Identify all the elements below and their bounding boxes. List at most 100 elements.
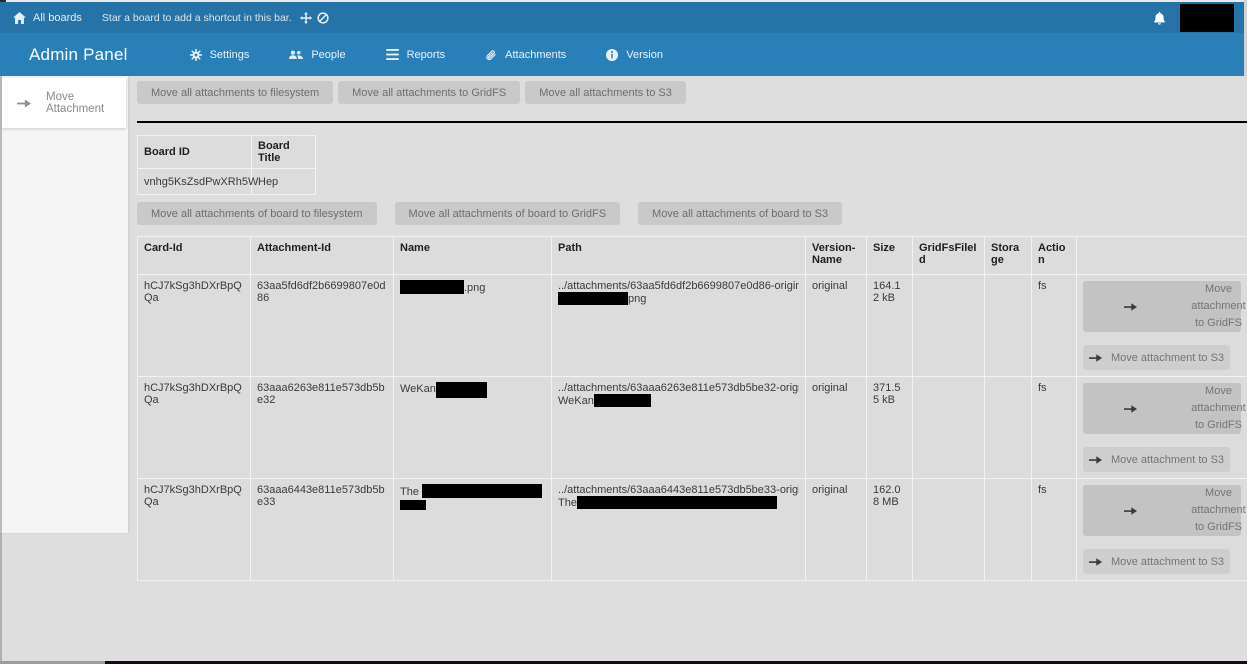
move-all-to-filesystem-button[interactable]: Move all attachments to filesystem — [137, 81, 333, 104]
menu-item-version[interactable]: Version — [606, 49, 663, 61]
move-attachment-to-s3-button[interactable]: Move attachment to S3 — [1083, 345, 1230, 370]
move-icon[interactable] — [300, 12, 312, 24]
all-boards-link[interactable]: All boards — [13, 12, 82, 24]
board-row: vnhg5KsZsdPwXRh5W Hep — [138, 169, 316, 195]
menu-item-attachments[interactable]: Attachments — [485, 49, 566, 61]
col-size: Size — [867, 237, 913, 275]
board-id-value: vnhg5KsZsdPwXRh5W — [138, 169, 252, 195]
col-row-actions — [1077, 237, 1247, 275]
col-name: Name — [394, 237, 552, 275]
menu-item-reports[interactable]: Reports — [386, 49, 446, 61]
menu-label-settings: Settings — [210, 49, 250, 61]
board-move-buttons: Move all attachments of board to filesys… — [137, 202, 1247, 225]
divider-rule — [137, 121, 1247, 123]
board-id-header: Board ID — [138, 136, 252, 169]
path-cell: ../attachments/63aaa6443e811e573db5be33-… — [552, 479, 806, 581]
move-attachment-to-gridfs-button[interactable]: Move attachment to GridFS — [1083, 485, 1241, 536]
menu-item-settings[interactable]: Settings — [190, 49, 250, 61]
ban-icon[interactable] — [317, 12, 329, 24]
size-cell: 162.08 MB — [867, 479, 913, 581]
row-buttons-cell: Move attachment to GridFS Move attachmen… — [1077, 377, 1247, 479]
redacted-name — [436, 382, 487, 398]
col-gridfsfileid: GridFsFileId — [913, 237, 985, 275]
name-cell: The — [394, 479, 552, 581]
attachments-table: Card-Id Attachment-Id Name Path Version-… — [137, 236, 1247, 581]
all-boards-label: All boards — [33, 12, 82, 24]
col-action: Action — [1032, 237, 1077, 275]
gridfsfileid-cell — [913, 377, 985, 479]
list-icon — [386, 49, 399, 60]
arrow-right-icon — [1078, 302, 1182, 312]
row-buttons-cell: Move attachment to GridFS Move attachmen… — [1077, 275, 1247, 377]
redacted-name — [400, 280, 464, 294]
menu-label-reports: Reports — [407, 49, 446, 61]
move-attachment-to-gridfs-button[interactable]: Move attachment to GridFS — [1083, 383, 1241, 434]
path-cell: ../attachments/63aa5fd6df2b6699807e0d86-… — [552, 275, 806, 377]
name-cell: .png — [394, 275, 552, 377]
redacted-path — [577, 496, 777, 509]
name-cell: WeKan — [394, 377, 552, 479]
action-cell: fs — [1032, 479, 1077, 581]
window-left-edge — [0, 76, 2, 661]
attachment-row: hCJ7kSg3hDXrBpQQa 63aaa6263e811e573db5be… — [138, 377, 1247, 479]
attachments-header-row: Card-Id Attachment-Id Name Path Version-… — [138, 237, 1247, 275]
col-storage: Storage — [985, 237, 1032, 275]
home-icon — [13, 12, 26, 24]
card-id-cell: hCJ7kSg3hDXrBpQQa — [138, 275, 251, 377]
move-board-to-gridfs-button[interactable]: Move all attachments of board to GridFS — [395, 202, 620, 225]
info-icon — [606, 49, 618, 61]
card-id-cell: hCJ7kSg3hDXrBpQQa — [138, 479, 251, 581]
version-name-cell: original — [806, 377, 867, 479]
redacted-name — [422, 484, 542, 498]
version-name-cell: original — [806, 479, 867, 581]
board-title-header: Board Title — [252, 136, 316, 169]
version-name-cell: original — [806, 275, 867, 377]
board-title-value: Hep — [252, 169, 316, 195]
move-attachment-to-s3-button[interactable]: Move attachment to S3 — [1083, 447, 1230, 472]
sidebar-item-label: Move Attachment — [46, 91, 126, 115]
storage-cell — [985, 377, 1032, 479]
redacted-path — [558, 292, 628, 305]
move-board-to-s3-button[interactable]: Move all attachments of board to S3 — [638, 202, 842, 225]
menu-item-people[interactable]: People — [289, 49, 345, 61]
notifications-bell-icon[interactable] — [1153, 11, 1166, 25]
people-icon — [289, 49, 303, 61]
menu-label-attachments: Attachments — [505, 49, 566, 61]
arrow-right-icon — [1089, 557, 1102, 567]
attachment-id-cell: 63aaa6263e811e573db5be32 — [251, 377, 394, 479]
member-menu-redacted[interactable] — [1180, 4, 1234, 32]
col-attachment-id: Attachment-Id — [251, 237, 394, 275]
arrow-right-icon — [17, 98, 31, 109]
gear-icon — [190, 49, 202, 61]
arrow-right-icon — [1078, 404, 1182, 414]
arrow-right-icon — [1089, 455, 1102, 465]
col-card-id: Card-Id — [138, 237, 251, 275]
move-attachment-to-s3-button[interactable]: Move attachment to S3 — [1083, 549, 1230, 574]
sidebar-item-move-attachment[interactable]: Move Attachment — [2, 78, 126, 128]
page-title: Admin Panel — [29, 45, 128, 65]
attachment-row: hCJ7kSg3hDXrBpQQa 63aaa6443e811e573db5be… — [138, 479, 1247, 581]
size-cell: 164.12 kB — [867, 275, 913, 377]
attachment-row: hCJ7kSg3hDXrBpQQa 63aa5fd6df2b6699807e0d… — [138, 275, 1247, 377]
col-version-name: Version-Name — [806, 237, 867, 275]
move-all-to-s3-button[interactable]: Move all attachments to S3 — [525, 81, 686, 104]
move-board-to-filesystem-button[interactable]: Move all attachments of board to filesys… — [137, 202, 377, 225]
storage-cell — [985, 479, 1032, 581]
attachment-id-cell: 63aa5fd6df2b6699807e0d86 — [251, 275, 394, 377]
attachments-admin-content: Move all attachments to filesystem Move … — [128, 76, 1247, 664]
admin-sidebar: Move Attachment — [0, 76, 128, 533]
redacted-name — [400, 500, 426, 510]
card-id-cell: hCJ7kSg3hDXrBpQQa — [138, 377, 251, 479]
menu-label-people: People — [311, 49, 345, 61]
gridfsfileid-cell — [913, 479, 985, 581]
paperclip-icon — [485, 49, 497, 61]
arrow-right-icon — [1089, 353, 1102, 363]
storage-cell — [985, 275, 1032, 377]
action-cell: fs — [1032, 275, 1077, 377]
move-attachment-to-gridfs-button[interactable]: Move attachment to GridFS — [1083, 281, 1241, 332]
move-all-to-gridfs-button[interactable]: Move all attachments to GridFS — [338, 81, 520, 104]
redacted-path — [594, 394, 651, 407]
admin-panel-header: Admin Panel Settings — [0, 33, 1244, 76]
size-cell: 371.55 kB — [867, 377, 913, 479]
global-move-buttons: Move all attachments to filesystem Move … — [137, 81, 1247, 104]
